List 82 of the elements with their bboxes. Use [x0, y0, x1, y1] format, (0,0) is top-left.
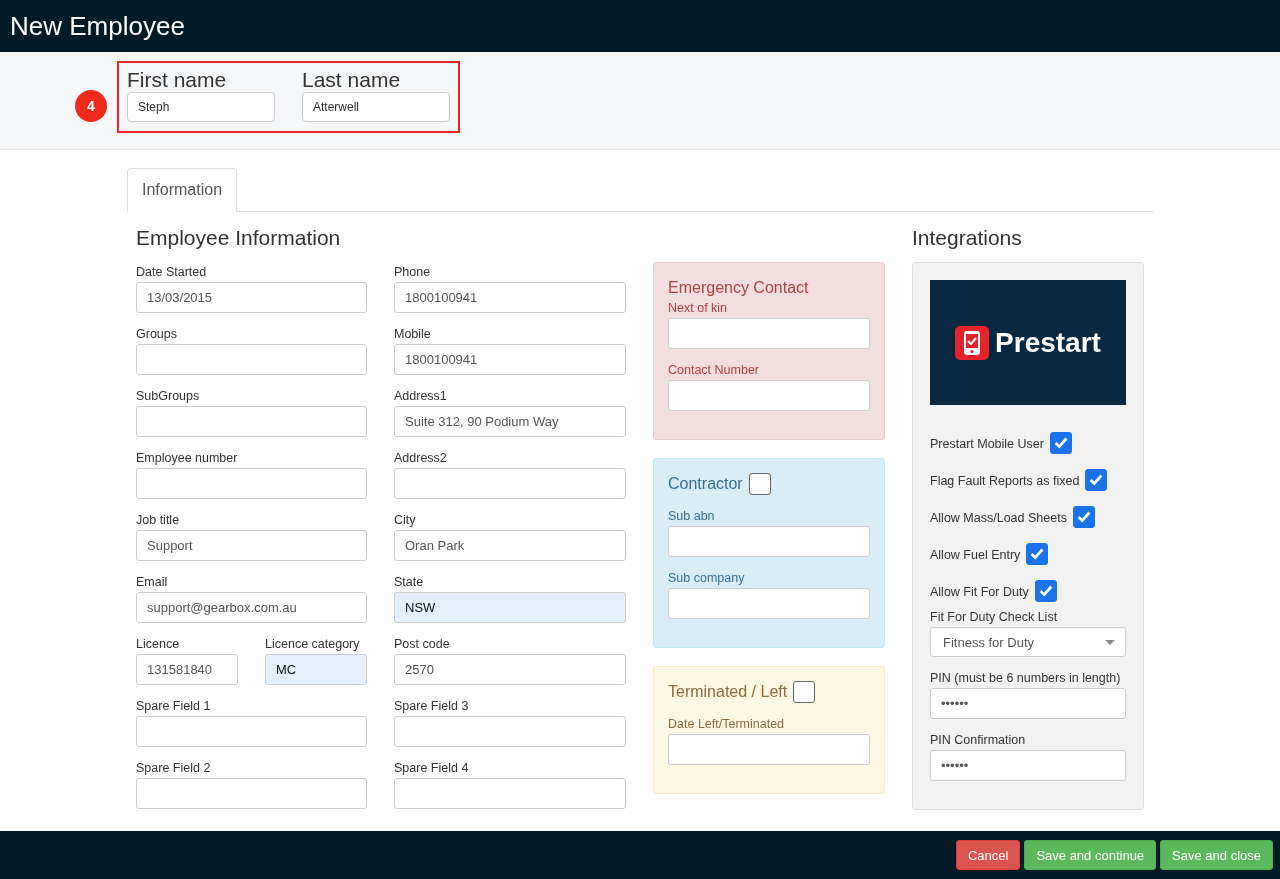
field-label: Mobile	[394, 326, 432, 343]
input-field[interactable]: 131581840	[136, 654, 238, 685]
checkbox[interactable]	[1026, 543, 1049, 565]
field-label: Job title	[136, 512, 181, 529]
input-field[interactable]: Steph	[127, 92, 275, 122]
checkbox[interactable]	[748, 473, 771, 495]
field-label: Groups	[136, 326, 178, 343]
action-button[interactable]: Cancel	[955, 840, 1021, 870]
field-label: Licence	[136, 636, 181, 653]
checkbox-label: Prestart Mobile User	[930, 436, 1044, 453]
input-field[interactable]	[394, 468, 626, 499]
input-field[interactable]	[668, 526, 870, 557]
field-label: Address2	[394, 450, 448, 467]
input-field[interactable]	[394, 716, 626, 747]
field-label: First name	[127, 68, 228, 92]
input-field[interactable]: ••••••	[930, 750, 1126, 781]
input-field[interactable]: Atterwell	[302, 92, 450, 122]
field-label: Date Started	[136, 264, 208, 281]
caret-icon	[1105, 639, 1115, 645]
field-label: Sub abn	[668, 508, 716, 525]
field-label: Email	[136, 574, 169, 591]
input-field[interactable]	[136, 344, 367, 375]
input-field[interactable]	[136, 406, 367, 437]
input-field[interactable]	[668, 588, 870, 619]
step-badge: 4	[75, 90, 107, 122]
field-label: Address1	[394, 388, 448, 405]
input-field[interactable]	[668, 380, 870, 411]
field-label: Spare Field 3	[394, 698, 470, 715]
input-field[interactable]: Support	[136, 530, 367, 561]
input-field[interactable]	[394, 778, 626, 809]
logo-text: Prestart	[995, 326, 1101, 359]
checkbox[interactable]	[1072, 506, 1095, 528]
field-label: Date Left/Terminated	[668, 716, 786, 733]
field-label: City	[394, 512, 417, 529]
panel-title: Contractor	[668, 474, 743, 494]
input-field[interactable]: Oran Park	[394, 530, 626, 561]
field-label: PIN Confirmation	[930, 732, 1027, 749]
field-label: Post code	[394, 636, 451, 653]
field-label: Licence category	[265, 636, 361, 653]
checkbox[interactable]	[1085, 469, 1108, 491]
field-label: Phone	[394, 264, 432, 281]
checkbox[interactable]	[1049, 432, 1072, 454]
input-field[interactable]: ••••••	[930, 688, 1126, 719]
field-label: Spare Field 2	[136, 760, 212, 777]
input-field[interactable]: 2570	[394, 654, 626, 685]
input-field[interactable]: 13/03/2015	[136, 282, 367, 313]
phone-check-icon	[955, 325, 990, 360]
dropdown[interactable]: Fitness for Duty	[930, 627, 1126, 657]
field-label: Next of kin	[668, 300, 729, 317]
panel-title: Emergency Contact	[668, 278, 809, 298]
input-field[interactable]	[136, 468, 367, 499]
checkbox-label: Flag Fault Reports as fixed	[930, 473, 1080, 490]
field-label: Employee number	[136, 450, 239, 467]
field-label: Spare Field 1	[136, 698, 212, 715]
field-label: Last name	[302, 68, 402, 92]
input-field[interactable]: support@gearbox.com.au	[136, 592, 367, 623]
field-label: PIN (must be 6 numbers in length)	[930, 670, 1122, 687]
panel-title: Terminated / Left	[668, 682, 788, 702]
input-field[interactable]	[136, 778, 367, 809]
field-label: Spare Field 4	[394, 760, 470, 777]
input-field[interactable]	[668, 318, 870, 349]
input-field[interactable]: 1800100941	[394, 344, 626, 375]
checkbox-label: Allow Fuel Entry	[930, 547, 1021, 564]
input-field[interactable]: NSW	[394, 592, 626, 623]
field-label: Contact Number	[668, 362, 760, 379]
input-field[interactable]	[668, 734, 870, 765]
checkbox[interactable]	[793, 681, 816, 703]
tab[interactable]: Information	[127, 168, 238, 212]
section-heading: Integrations	[912, 225, 1023, 251]
checkbox[interactable]	[1034, 580, 1057, 602]
checkbox-label: Allow Mass/Load Sheets	[930, 510, 1067, 527]
field-label: Fit For Duty Check List	[930, 609, 1059, 626]
input-field[interactable]: MC	[265, 654, 367, 685]
page-title: New Employee	[10, 10, 185, 42]
field-label: Sub company	[668, 570, 746, 587]
checkbox-label: Allow Fit For Duty	[930, 584, 1029, 601]
input-field[interactable]: 1800100941	[394, 282, 626, 313]
input-field[interactable]: Suite 312, 90 Podium Way	[394, 406, 626, 437]
field-label: SubGroups	[136, 388, 201, 405]
input-field[interactable]	[136, 716, 367, 747]
section-heading: Employee Information	[136, 225, 342, 251]
field-label: State	[394, 574, 425, 591]
